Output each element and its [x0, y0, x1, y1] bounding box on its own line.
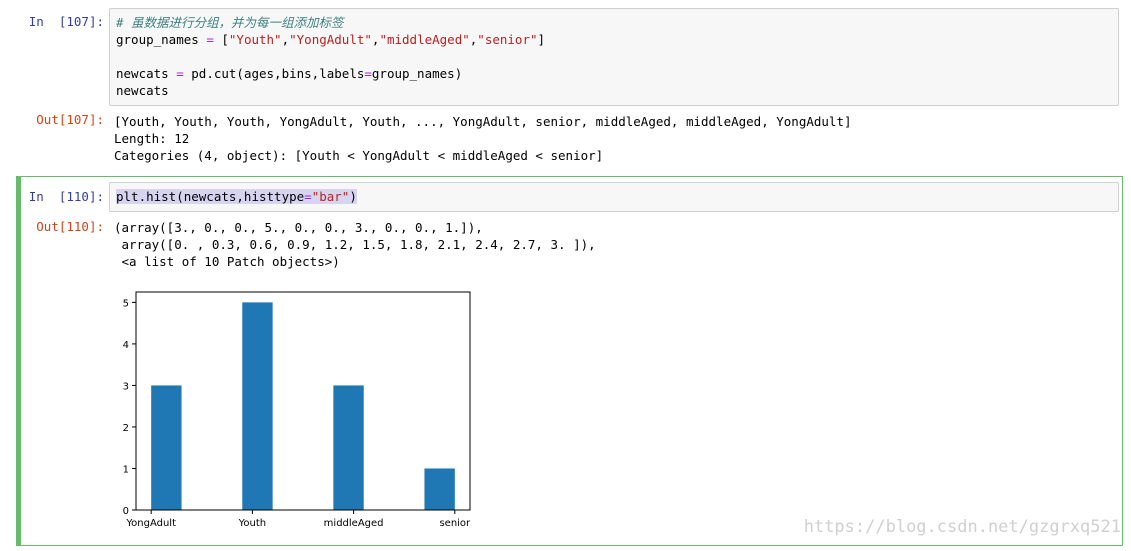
histogram-chart: 0 1 2 3 4 5 YongAdult Youth middleAged senior — [123, 291, 471, 529]
y-tick-label: 4 — [123, 340, 129, 351]
watermark: https://blog.csdn.net/gzgrxq521 — [803, 517, 1121, 537]
bar-Youth — [242, 302, 273, 510]
code-line-newcats: newcats — [116, 83, 169, 98]
cell-110-in-prompt: In [110]: — [28, 189, 104, 204]
y-tick-label: 0 — [123, 506, 129, 517]
cell-110-out-prompt: Out[110]: — [36, 219, 104, 234]
axes-frame — [135, 291, 471, 511]
cell-107-output-line-3: Categories (4, object): [Youth < YongAdu… — [114, 148, 604, 163]
code-line-group-names: group_names = ["Youth","YongAdult","midd… — [116, 32, 546, 47]
cell-110-input[interactable]: plt.hist(newcats,histtype="bar") — [109, 182, 1119, 212]
x-tick-label: middleAged — [324, 518, 384, 529]
code-line-newcats-assign: newcats = pd.cut(ages,bins,labels=group_… — [116, 66, 463, 81]
cell-110-output-line-1: (array([3., 0., 0., 5., 0., 0., 3., 0., … — [114, 220, 483, 235]
y-tick-label: 2 — [123, 423, 129, 434]
cell-107-out-prompt: Out[107]: — [36, 112, 104, 127]
y-tick-label: 3 — [123, 381, 129, 392]
x-tick-label: YongAdult — [125, 518, 176, 529]
cell-107-output-line-1: [Youth, Youth, Youth, YongAdult, Youth, … — [114, 114, 852, 129]
bar-senior — [424, 468, 455, 510]
cell-107-in-prompt: In [107]: — [28, 14, 104, 29]
cell-107-input[interactable]: # 虽数据进行分组，并为每一组添加标签 group_names = ["Yout… — [109, 8, 1119, 106]
x-tick-label: senior — [439, 518, 471, 529]
y-tick-label: 1 — [123, 464, 129, 475]
cell-110-output-line-3: <a list of 10 Patch objects>) — [114, 254, 340, 269]
y-tick-label: 5 — [123, 298, 129, 309]
code-line-plt-hist: plt.hist(newcats,histtype="bar") — [116, 189, 357, 204]
x-tick-label: Youth — [238, 518, 266, 529]
code-comment-line: # 虽数据进行分组，并为每一组添加标签 — [116, 15, 344, 30]
cell-107-output-line-2: Length: 12 — [114, 131, 190, 146]
bar-YongAdult — [151, 385, 182, 510]
cell-110-output-line-2: array([0. , 0.3, 0.6, 0.9, 1.2, 1.5, 1.8… — [114, 237, 596, 252]
bar-middleAged — [333, 385, 364, 510]
